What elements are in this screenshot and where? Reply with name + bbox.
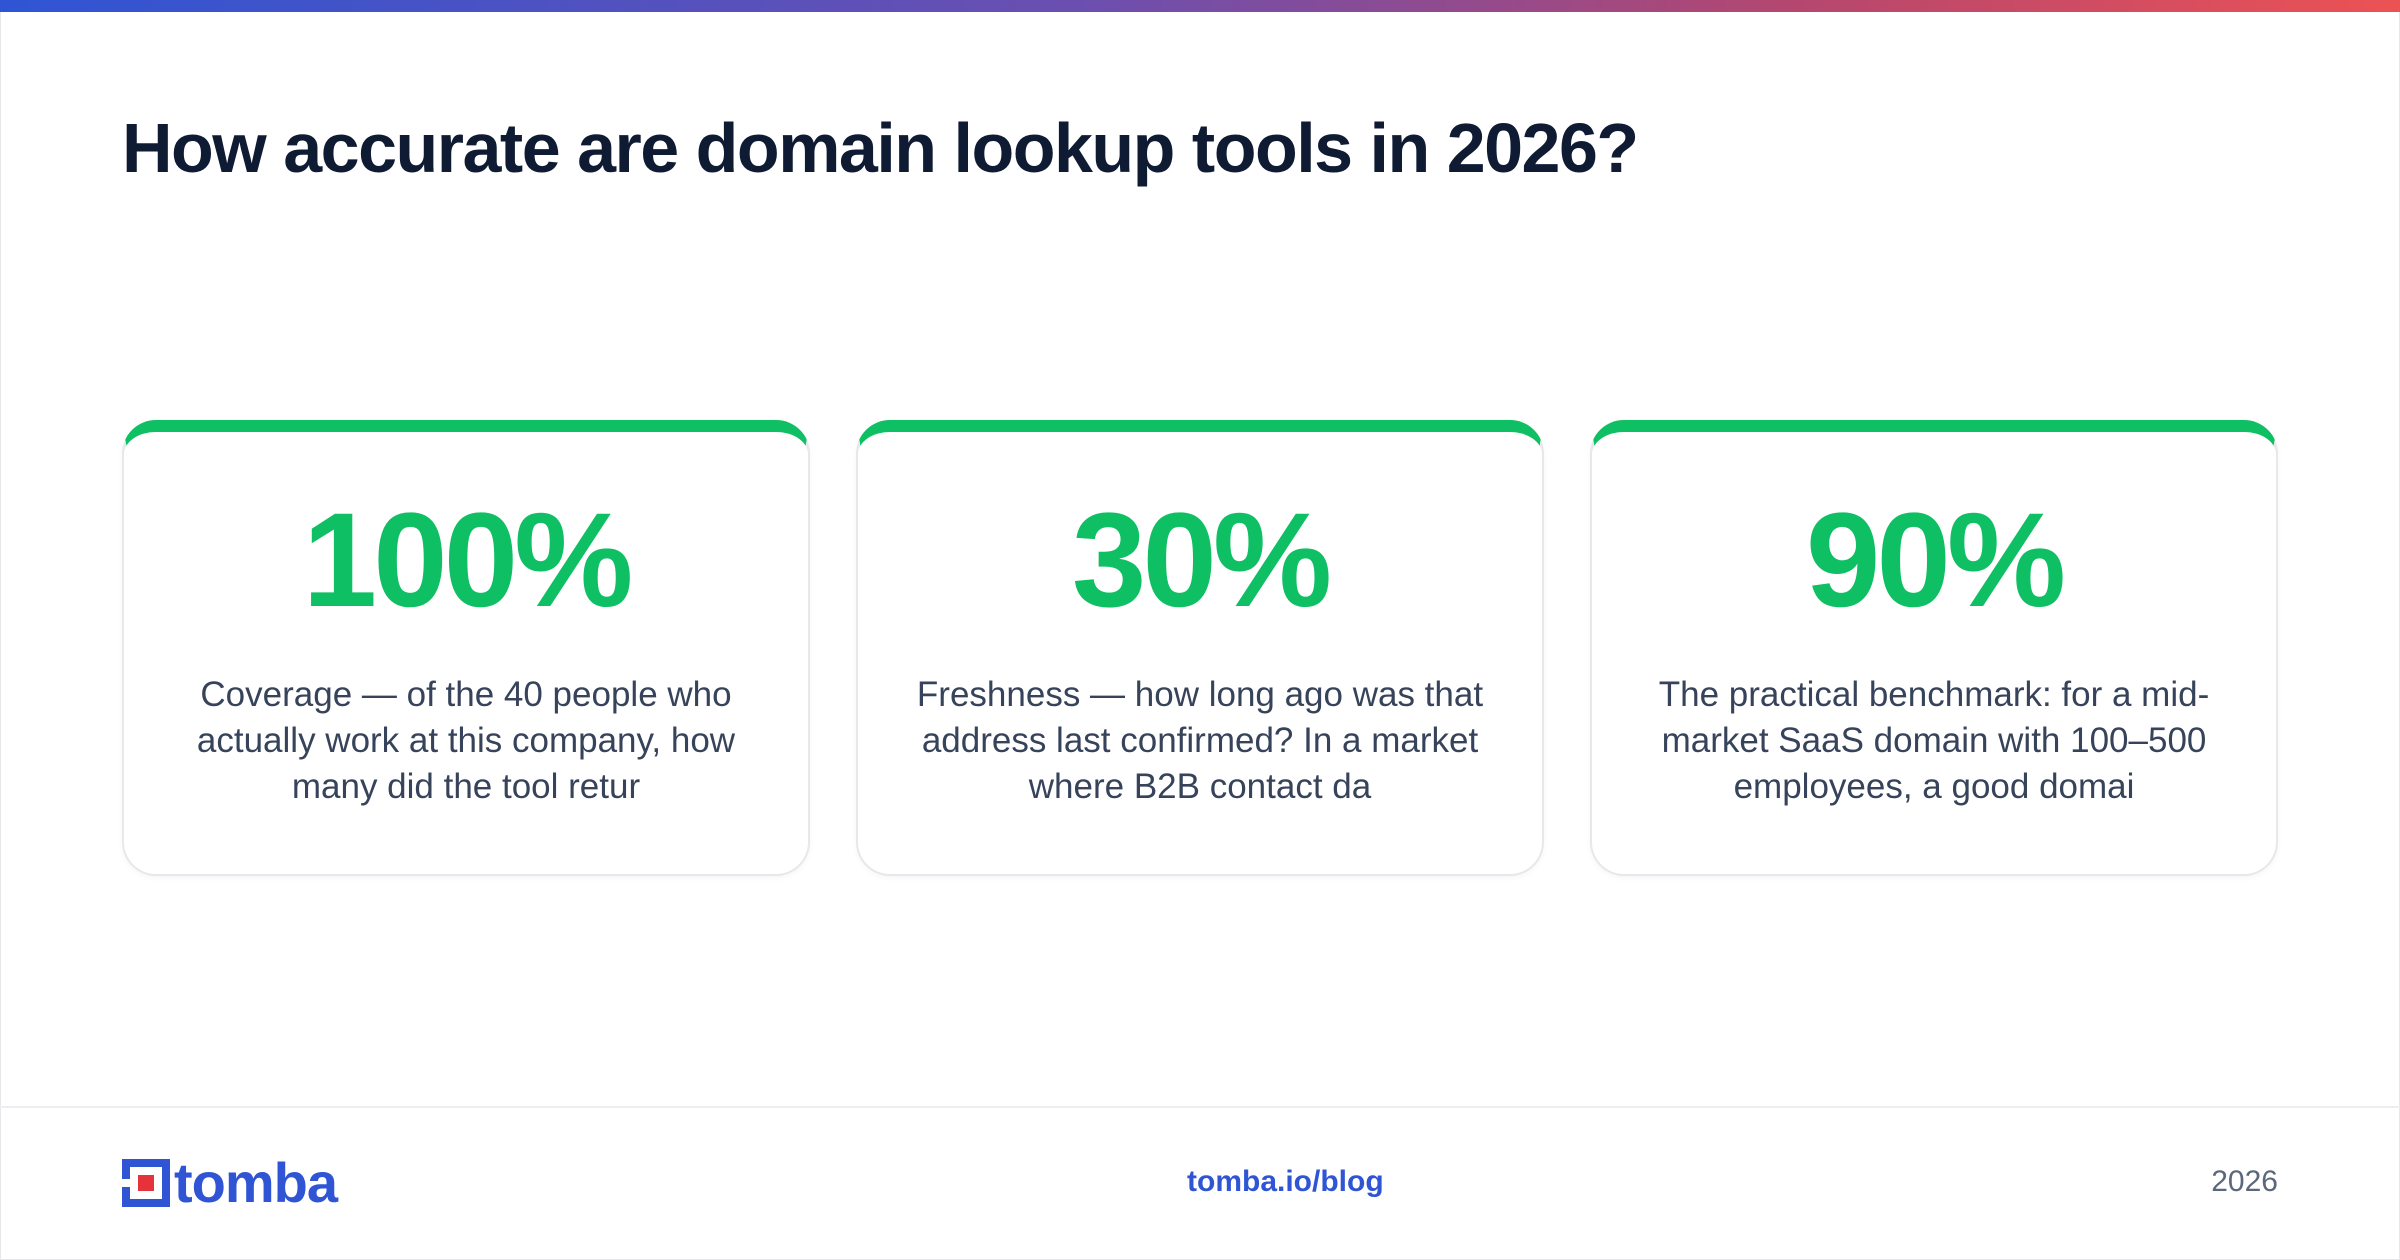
stat-description: Coverage — of the 40 people who actually… (196, 675, 736, 806)
stat-value: 90% (1805, 486, 2066, 635)
tomba-logo[interactable]: tomba (122, 1151, 338, 1214)
stat-description: The practical benchmark: for a mid-marke… (1658, 675, 2210, 806)
stat-card-benchmark: 90% The practical benchmark: for a mid-m… (1590, 420, 2278, 876)
blog-link[interactable]: tomba.io/blog (1187, 1165, 1384, 1199)
tomba-logo-icon (122, 1159, 170, 1207)
stat-card-coverage: 100% Coverage — of the 40 people who act… (122, 420, 810, 876)
stat-card-freshness: 30% Freshness — how long ago was that ad… (856, 420, 1544, 876)
page-title: How accurate are domain lookup tools in … (122, 109, 1639, 187)
stat-cards: 100% Coverage — of the 40 people who act… (122, 420, 2278, 876)
stat-description: Freshness — how long ago was that addres… (916, 675, 1484, 806)
brand-name: tomba (174, 1151, 338, 1214)
stat-value: 30% (1071, 486, 1332, 635)
gradient-top-bar (0, 0, 2400, 12)
stat-value: 100% (302, 486, 634, 635)
footer-year: 2026 (2211, 1165, 2278, 1198)
footer-divider (0, 1106, 2400, 1108)
